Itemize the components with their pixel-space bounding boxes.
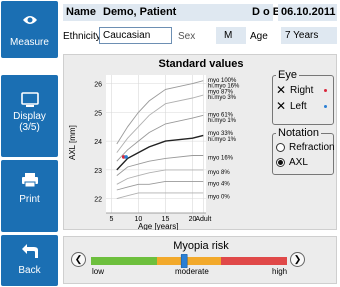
eye-right-option[interactable]: ✕ Right [276,83,330,98]
x-tick-label: 5 [109,216,113,223]
age-label: Age [250,31,268,42]
risk-scale-high [221,257,287,265]
refraction-label: Refraction [289,142,335,153]
age-value: 7 Years [281,27,337,44]
axl-radio[interactable] [276,158,285,167]
ethnicity-label: Ethnicity [63,31,101,42]
y-tick-label: 26 [94,82,102,89]
curve-label: myo 16% [208,155,234,161]
curve-label: hi.myo 1% [208,118,237,124]
curve-label: hi.myo 3% [208,95,237,101]
chevron-left-icon: ❮ [74,254,83,264]
standard-values-panel: Standard values AXL [mm] Age [years] 22 2… [63,54,337,230]
measure-button[interactable]: Measure [1,1,58,58]
eye-icon [22,16,37,24]
left-eye-point [124,155,128,159]
eye-group-title: Eye [276,69,299,81]
printer-icon [21,173,38,188]
name-label: Name [66,6,96,18]
y-axis-label: AXL [mm] [68,125,77,160]
patient-name-value: Demo, Patient [103,6,177,18]
display-page-indicator: (3/5) [19,122,40,133]
eye-right-label: Right [290,85,314,96]
risk-low-label: low [92,267,105,276]
growth-chart: AXL [mm] Age [years] 22232425265 10 15 20Ad… [68,75,240,230]
risk-title: Myopia risk [173,240,229,252]
risk-level-marker [180,254,188,268]
eye-left-option[interactable]: ✕ Left [276,99,330,114]
patient-name-field: Name Demo, Patient [63,4,273,21]
y-tick-label: 22 [94,197,102,204]
myopia-risk-panel: Myopia risk ❮ ❯ low moderate high [63,236,337,284]
curve-label: myo 0% [208,194,230,200]
notation-refraction-option[interactable]: Refraction [276,142,335,154]
back-arrow-icon [21,244,38,258]
sex-label: Sex [178,31,196,42]
risk-next-button[interactable]: ❯ [290,252,305,267]
risk-moderate-label: moderate [175,267,209,276]
sidebar: Measure Display (3/5) Print Back [0,0,60,287]
dob-label: D o B [252,6,281,18]
y-tick-label: 25 [94,110,102,117]
x-tick-label: 15 [162,216,170,223]
eye-left-label: Left [290,101,307,112]
back-button[interactable]: Back [1,235,58,286]
dob-value: 06.10.2011 [281,6,336,18]
risk-high-label: high [272,267,288,276]
display-button[interactable]: Display (3/5) [1,75,58,157]
monitor-icon [20,92,39,107]
refraction-radio[interactable] [276,143,285,152]
risk-scale-low [91,257,157,265]
y-tick-label: 23 [94,168,102,175]
curve-label: myo 8% [208,170,230,176]
risk-scale-moderate [157,257,221,265]
x-tick-label: Adult [195,216,211,223]
print-label: Print [19,194,40,205]
display-label: Display [13,111,46,122]
notation-group-title: Notation [276,127,321,139]
risk-prev-button[interactable]: ❮ [71,252,86,267]
left-eye-color-dot [324,105,327,108]
x-mark-icon: ✕ [276,83,287,97]
ethnicity-field[interactable]: Caucasian [99,27,172,44]
measure-label: Measure [10,37,49,48]
axl-label: AXL [289,157,308,168]
curve-label: myo 4% [208,181,230,187]
x-axis-label: Age [years] [138,222,178,230]
right-eye-color-dot [324,89,327,92]
x-mark-icon: ✕ [276,99,287,113]
y-tick-label: 24 [94,139,102,146]
notation-axl-option[interactable]: AXL [276,157,332,169]
x-tick-label: 10 [135,216,143,223]
curve-label: hi.myo 1% [208,137,237,143]
sex-value: M [216,27,246,44]
print-button[interactable]: Print [1,160,58,232]
back-label: Back [18,265,41,276]
dob-field: 06.10.2011 [278,4,337,21]
risk-scale [91,254,287,268]
chevron-right-icon: ❯ [293,254,302,264]
